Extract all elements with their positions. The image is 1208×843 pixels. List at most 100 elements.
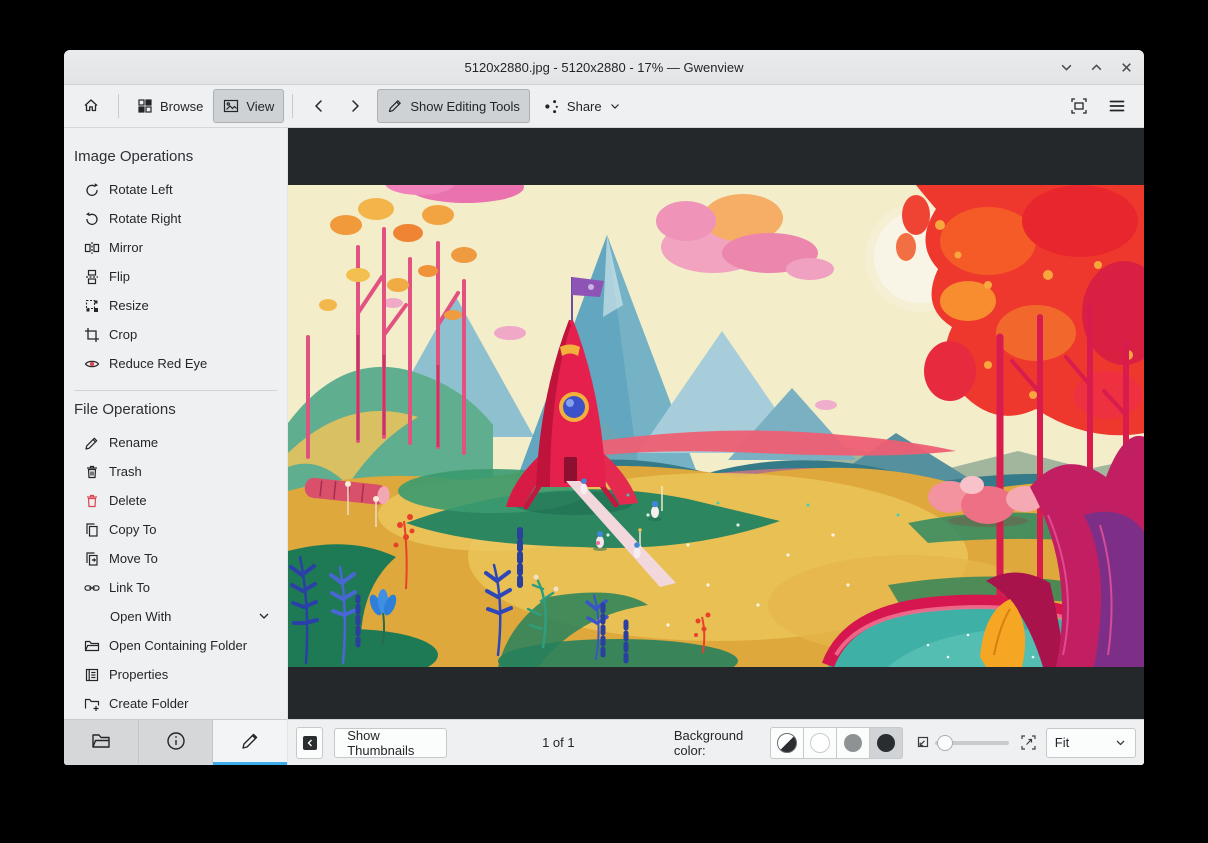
titlebar[interactable]: 5120x2880.jpg - 5120x2880 - 17% — Gwenvi…	[64, 50, 1144, 85]
hamburger-icon	[1108, 97, 1126, 115]
sidebar-item-properties[interactable]: Properties	[64, 660, 287, 689]
image-operations-title: Image Operations	[74, 148, 194, 165]
browse-button[interactable]: Browse	[127, 89, 213, 123]
bg-black-button[interactable]	[868, 726, 903, 759]
reduce-red-eye-icon	[84, 356, 100, 372]
minimize-icon[interactable]	[1058, 59, 1074, 75]
resize-icon	[84, 298, 100, 314]
chevron-down-icon	[1114, 736, 1127, 749]
menu-button[interactable]	[1098, 89, 1136, 123]
file-operations-list: Rename Trash Delete Copy To Move To Link…	[64, 428, 287, 718]
sidebar-item-link-to[interactable]: Link To	[64, 573, 287, 602]
rotate-right-icon	[84, 211, 100, 227]
sidebar-divider	[74, 390, 277, 391]
image-view-canvas[interactable]	[288, 128, 1144, 719]
viewed-image	[288, 185, 1144, 667]
sidebar-item-reduce-red-eye[interactable]: Reduce Red Eye	[64, 349, 287, 378]
back-icon	[311, 98, 327, 114]
sidebar-toggle-icon	[302, 735, 318, 751]
sidebar-item-rotate-left[interactable]: Rotate Left	[64, 175, 287, 204]
sidebar-item-delete[interactable]: Delete	[64, 486, 287, 515]
bg-auto-swatch	[776, 732, 797, 753]
zoom-mode-combobox[interactable]: Fit	[1045, 727, 1137, 758]
sidebar-item-move-to[interactable]: Move To	[64, 544, 287, 573]
show-editing-tools-button[interactable]: Show Editing Tools	[377, 89, 530, 123]
crop-icon	[84, 327, 100, 343]
sidebar-item-flip[interactable]: Flip	[64, 262, 287, 291]
browse-label: Browse	[160, 98, 204, 114]
pencil-icon	[239, 730, 261, 752]
gwenview-window: 5120x2880.jpg - 5120x2880 - 17% — Gwenvi…	[64, 50, 1144, 765]
bg-auto-button[interactable]	[769, 726, 804, 759]
share-icon	[544, 98, 560, 114]
bg-gray-button[interactable]	[835, 726, 870, 759]
view-button[interactable]: View	[213, 89, 285, 123]
fullscreen-button[interactable]	[1060, 89, 1098, 123]
page-indicator: 1 of 1	[542, 735, 575, 750]
operations-sidebar: Image Operations Rotate Left Rotate Righ…	[64, 128, 288, 765]
info-icon	[165, 730, 187, 752]
sidebar-item-create-folder[interactable]: Create Folder	[64, 689, 287, 718]
browse-grid-icon	[137, 98, 153, 114]
tab-information[interactable]	[138, 720, 214, 765]
delete-icon	[84, 493, 100, 509]
sidebar-item-mirror[interactable]: Mirror	[64, 233, 287, 262]
zoom-slider[interactable]	[935, 732, 1010, 754]
bg-gray-swatch	[843, 733, 862, 752]
tab-folders[interactable]	[64, 720, 139, 765]
bg-white-swatch	[809, 732, 830, 753]
tab-operations[interactable]	[213, 720, 288, 765]
zoom-to-fit-button[interactable]	[913, 732, 931, 754]
window-title: 5120x2880.jpg - 5120x2880 - 17% — Gwenvi…	[464, 59, 744, 75]
create-folder-icon	[84, 696, 100, 712]
bg-white-button[interactable]	[802, 726, 837, 759]
editing-tools-label: Show Editing Tools	[410, 98, 520, 114]
home-button[interactable]	[72, 89, 110, 123]
zoom-mode-value: Fit	[1054, 735, 1070, 750]
sidebar-item-copy-to[interactable]: Copy To	[64, 515, 287, 544]
maximize-icon[interactable]	[1088, 59, 1104, 75]
properties-icon	[84, 667, 100, 683]
forward-button[interactable]	[337, 89, 373, 123]
sidebar-item-rotate-right[interactable]: Rotate Right	[64, 204, 287, 233]
zoom-actual-icon	[1020, 734, 1037, 751]
sidebar-toggle-button[interactable]	[296, 726, 324, 759]
sidebar-item-rename[interactable]: Rename	[64, 428, 287, 457]
back-button[interactable]	[301, 89, 337, 123]
file-operations-title: File Operations	[74, 401, 176, 418]
sidebar-tabbar	[64, 719, 288, 765]
home-icon	[82, 97, 100, 115]
sidebar-item-resize[interactable]: Resize	[64, 291, 287, 320]
rename-icon	[84, 435, 100, 451]
close-icon[interactable]	[1118, 59, 1134, 75]
background-color-group	[769, 726, 903, 759]
rotate-left-icon	[84, 182, 100, 198]
sidebar-item-trash[interactable]: Trash	[64, 457, 287, 486]
sidebar-item-open-with[interactable]: Open With	[64, 602, 287, 631]
view-label: View	[246, 98, 275, 114]
folder-open-icon	[84, 638, 100, 654]
zoom-fit-icon	[914, 734, 931, 751]
folder-icon	[90, 730, 112, 752]
sidebar-item-open-containing-folder[interactable]: Open Containing Folder	[64, 631, 287, 660]
chevron-down-icon	[257, 609, 271, 623]
flip-icon	[84, 269, 100, 285]
zoom-slider-handle[interactable]	[937, 734, 954, 751]
share-button[interactable]: Share	[534, 89, 631, 123]
show-thumbnails-button[interactable]: Show Thumbnails	[334, 727, 447, 758]
toolbar-separator	[292, 94, 294, 118]
background-color-label: Background color:	[673, 727, 744, 758]
sidebar-item-crop[interactable]: Crop	[64, 320, 287, 349]
share-label: Share	[566, 98, 602, 114]
statusbar: Show Thumbnails 1 of 1 Background color:	[288, 719, 1144, 765]
bg-black-swatch	[876, 733, 895, 752]
forward-icon	[347, 98, 363, 114]
fit-screen-icon	[1070, 97, 1088, 115]
chevron-down-icon	[609, 100, 621, 112]
pencil-icon	[387, 98, 403, 114]
trash-icon	[84, 464, 100, 480]
move-icon	[84, 551, 100, 567]
image-operations-list: Rotate Left Rotate Right Mirror Flip Res…	[64, 175, 287, 378]
zoom-actual-size-button[interactable]	[1019, 732, 1037, 754]
mirror-icon	[84, 240, 100, 256]
